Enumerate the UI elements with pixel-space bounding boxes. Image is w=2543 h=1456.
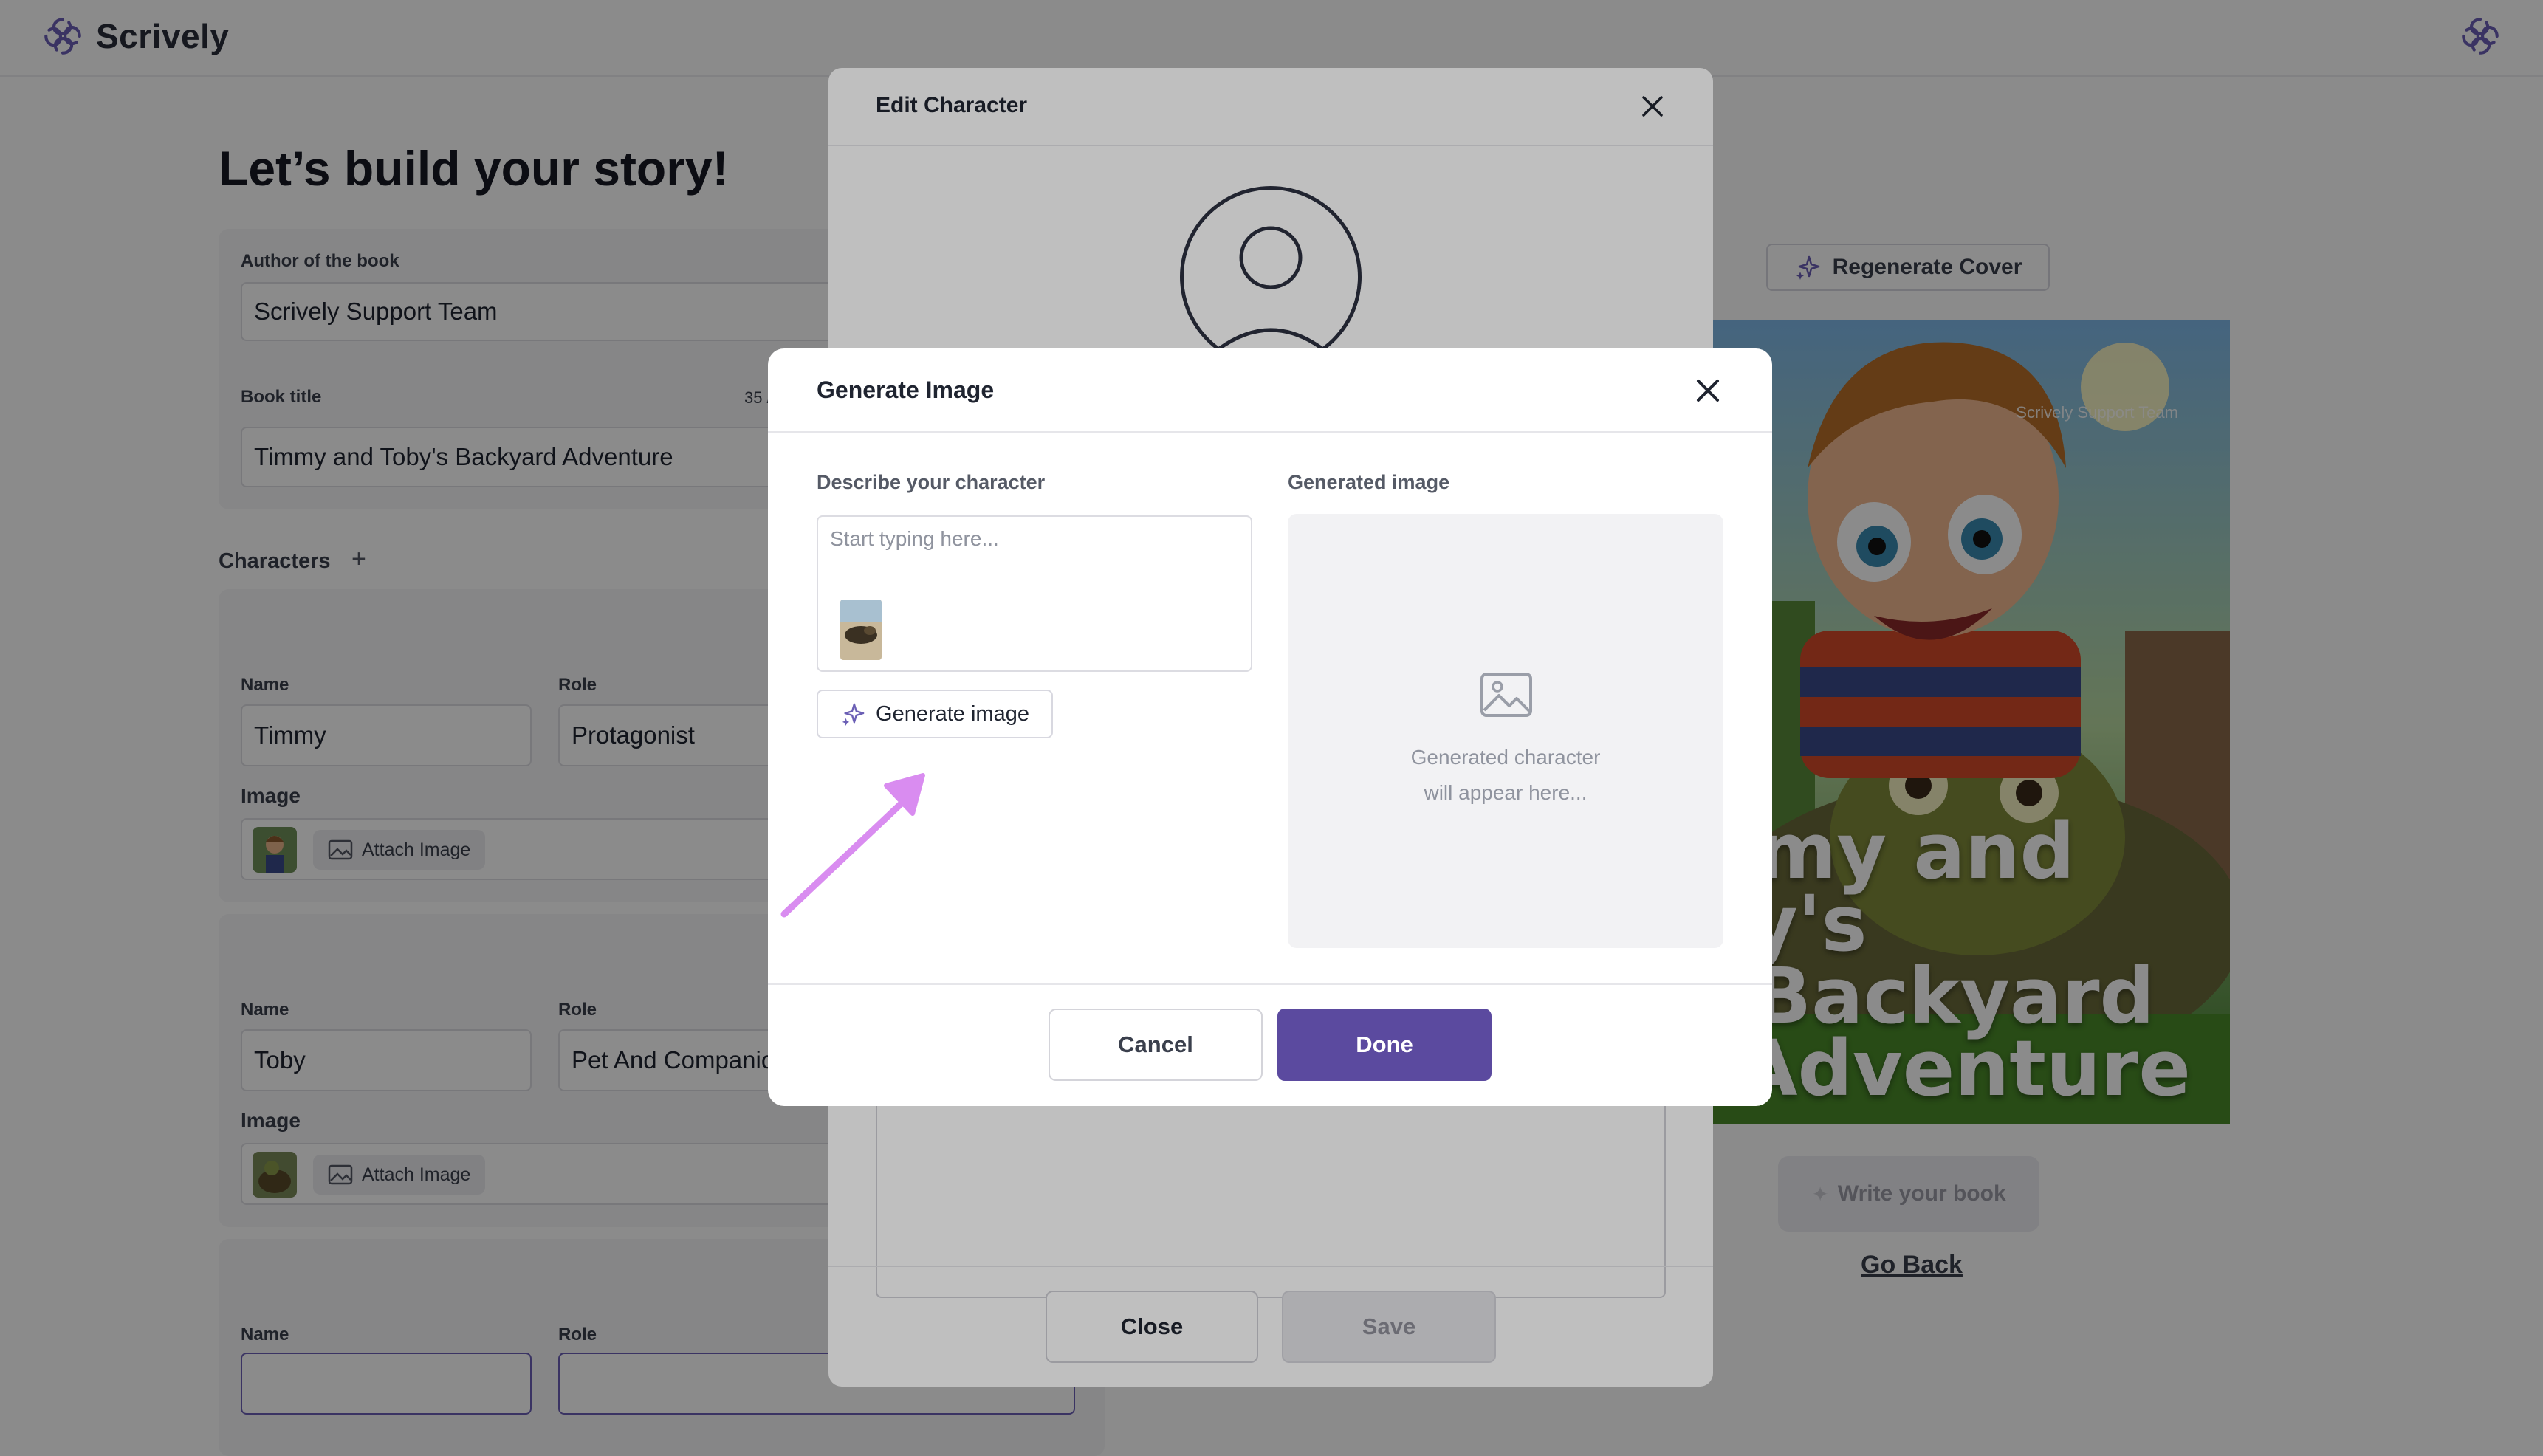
generate-image-label: Generate image xyxy=(876,701,1029,726)
turtle-thumbnail-icon xyxy=(840,600,882,660)
generate-modal-divider xyxy=(768,983,1772,985)
image-placeholder-icon xyxy=(1480,673,1532,717)
generated-image-label: Generated image xyxy=(1288,471,1450,493)
generated-image-preview: Generated character will appear here... xyxy=(1288,514,1723,948)
preview-placeholder-text: Generated character will appear here... xyxy=(1288,740,1723,811)
preview-line: will appear here... xyxy=(1424,781,1588,804)
describe-character-box[interactable] xyxy=(817,515,1252,672)
generate-image-button[interactable]: Generate image xyxy=(817,690,1053,738)
close-icon[interactable] xyxy=(1692,375,1723,406)
done-button[interactable]: Done xyxy=(1277,1009,1492,1081)
generate-modal-title: Generate Image xyxy=(817,377,995,403)
generate-modal-header: Generate Image xyxy=(768,348,1772,433)
describe-label: Describe your character xyxy=(817,471,1046,493)
annotation-arrow-icon xyxy=(780,773,925,918)
preview-line: Generated character xyxy=(1410,746,1601,769)
cancel-button[interactable]: Cancel xyxy=(1049,1009,1263,1081)
describe-character-input[interactable] xyxy=(830,527,1236,551)
sparkle-icon xyxy=(842,703,865,727)
reference-image-thumbnail[interactable] xyxy=(840,600,882,660)
generate-image-modal: Generate Image Describe your character G… xyxy=(768,348,1772,1106)
